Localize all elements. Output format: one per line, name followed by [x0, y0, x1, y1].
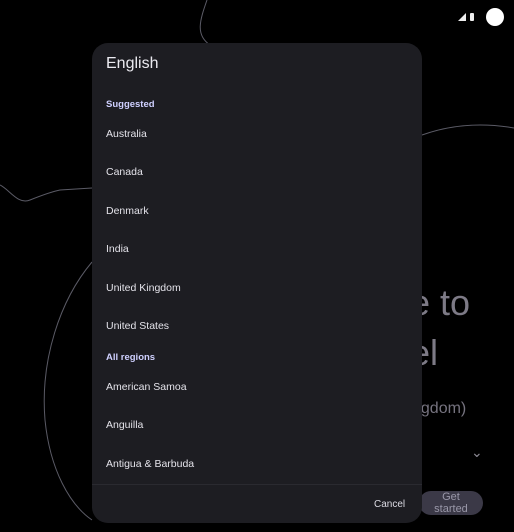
- region-item-denmark[interactable]: Denmark: [92, 192, 422, 230]
- signal-icon: [458, 13, 466, 21]
- battery-icon: [470, 13, 474, 21]
- all-regions-header: All regions: [106, 352, 156, 363]
- region-item-antigua-barbuda[interactable]: Antigua & Barbuda: [92, 445, 422, 483]
- suggested-header: Suggested: [106, 99, 155, 110]
- status-bar: [458, 8, 504, 26]
- region-item-united-kingdom[interactable]: United Kingdom: [92, 269, 422, 307]
- region-item-anguilla[interactable]: Anguilla: [92, 406, 422, 444]
- device-screen: e to el ngdom) ⌄ Get started English Sug…: [0, 0, 514, 532]
- get-started-button[interactable]: Get started: [419, 491, 483, 515]
- dialog-title: English: [106, 55, 159, 72]
- camera-cutout: [486, 8, 504, 26]
- cancel-button[interactable]: Cancel: [370, 495, 409, 515]
- region-item-india[interactable]: India: [92, 230, 422, 268]
- region-item-american-samoa[interactable]: American Samoa: [92, 368, 422, 406]
- region-picker-dialog: English Suggested Australia Canada Denma…: [92, 43, 422, 523]
- region-item-united-states[interactable]: United States: [92, 307, 422, 345]
- list-divider: [92, 484, 422, 485]
- region-item-australia[interactable]: Australia: [92, 115, 422, 153]
- chevron-down-icon[interactable]: ⌄: [471, 444, 483, 461]
- region-item-canada[interactable]: Canada: [92, 153, 422, 191]
